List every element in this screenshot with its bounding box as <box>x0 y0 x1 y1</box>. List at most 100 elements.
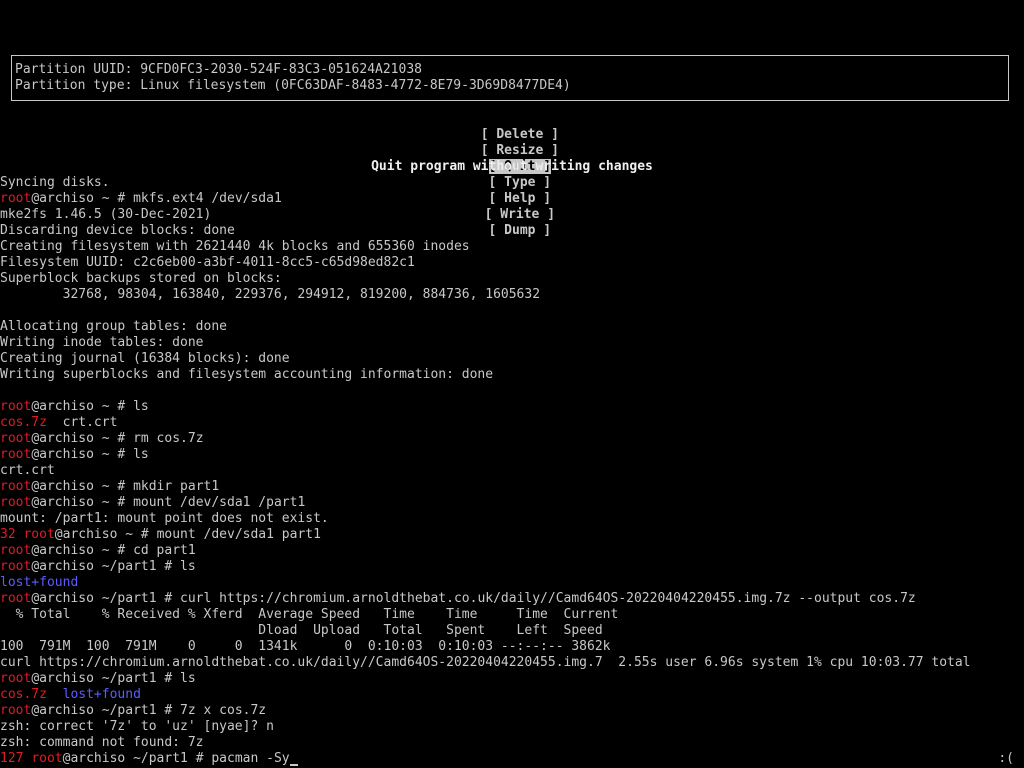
file-archive: cos.7z <box>0 415 47 430</box>
command-text: cd part1 <box>133 543 196 558</box>
output-line: Creating journal (16384 blocks): done <box>0 351 290 366</box>
menu-delete-button[interactable]: [ Delete ] <box>481 127 559 143</box>
active-command-line[interactable]: 127 root@archiso ~/part1 # pacman -Sy <box>0 751 1024 767</box>
output-line: 32768, 98304, 163840, 229376, 294912, 81… <box>0 287 541 302</box>
file-cert: crt.crt <box>46 415 118 430</box>
command-text: mkfs.ext4 /dev/sda1 <box>133 191 282 206</box>
partition-uuid: Partition UUID: 9CFD0FC3-2030-524F-83C3-… <box>15 62 422 77</box>
command-line: root@archiso ~ # mkdir part1 <box>0 479 1024 495</box>
command-text: ls <box>133 399 149 414</box>
prompt-user: root <box>0 559 32 574</box>
prompt-user: root <box>0 399 32 414</box>
curl-timing: curl https://chromium.arnoldthebat.co.uk… <box>0 655 971 670</box>
prompt-path: ~ # <box>93 447 134 462</box>
curl-progress-row: 100 791M 100 791M 0 0 1341k 0 0:10:03 0:… <box>0 639 611 654</box>
right-prompt-status: :( <box>998 751 1014 766</box>
prompt-path: ~ # <box>93 399 134 414</box>
terminal-output: Syncing disks. root@archiso ~ # mkfs.ext… <box>0 175 1024 767</box>
prompt-user: root <box>0 447 32 462</box>
prompt-path: ~/part1 # <box>93 591 181 606</box>
command-line: root@archiso ~/part1 # ls <box>0 559 1024 575</box>
directory-entry: lost+found <box>0 575 79 590</box>
output-line: Writing inode tables: done <box>0 335 204 350</box>
directory-entry: lost+found <box>62 687 141 702</box>
output-line: Discarding device blocks: done <box>0 223 235 238</box>
command-line: root@archiso ~ # rm cos.7z <box>0 431 1024 447</box>
prompt-user: root <box>0 591 32 606</box>
prompt-host: @archiso <box>31 191 94 206</box>
prompt-host: @archiso <box>31 479 94 494</box>
curl-progress-header: Dload Upload Total Spent Left Speed <box>0 623 603 638</box>
prompt-path: ~/part1 # <box>93 559 181 574</box>
output-line: cos.7z crt.crt <box>0 415 1024 431</box>
prompt-user: root <box>23 527 55 542</box>
command-text: mount /dev/sda1 /part1 <box>133 495 306 510</box>
command-text: ls <box>133 447 149 462</box>
cfdisk-menu: [ Delete ] [ Resize ] [ Quit ] [ Type ] … <box>0 111 1024 238</box>
prompt-user: root <box>0 191 32 206</box>
output-line: mke2fs 1.46.5 (30-Dec-2021) <box>0 207 212 222</box>
command-line: root@archiso ~/part1 # ls <box>0 671 1024 687</box>
prompt-user: root <box>0 495 32 510</box>
prompt-user: root <box>0 431 32 446</box>
command-text: mkdir part1 <box>133 479 220 494</box>
output-line: cos.7z lost+found <box>0 687 1024 703</box>
prompt-host: @archiso <box>31 399 94 414</box>
prompt-path: ~ # <box>117 527 157 542</box>
command-line: 32 root@archiso ~ # mount /dev/sda1 part… <box>0 527 1024 543</box>
command-text: curl https://chromium.arnoldthebat.co.uk… <box>180 591 916 606</box>
text-cursor <box>289 764 298 766</box>
command-text: rm cos.7z <box>133 431 204 446</box>
prompt-host: @archiso <box>31 703 94 718</box>
prompt-path: ~ # <box>93 543 134 558</box>
prompt-path: ~/part1 # <box>93 703 181 718</box>
exit-status: 32 <box>0 527 24 542</box>
menu-help-text: Quit program without writing changes <box>371 159 653 174</box>
output-line: Syncing disks. <box>0 175 110 190</box>
prompt-path: ~/part1 # <box>125 751 212 766</box>
command-line: root@archiso ~ # ls <box>0 399 1024 415</box>
prompt-user: root <box>0 703 32 718</box>
prompt-user: root <box>0 543 32 558</box>
prompt-path: ~ # <box>93 191 134 206</box>
prompt-path: ~ # <box>93 495 134 510</box>
command-text: ls <box>180 671 196 686</box>
prompt-path: ~ # <box>93 479 134 494</box>
menu-resize-button[interactable]: [ Resize ] <box>481 143 559 159</box>
output-line: Writing superblocks and filesystem accou… <box>0 367 494 382</box>
prompt-host: @archiso <box>54 527 118 542</box>
output-line: zsh: correct '7z' to 'uz' [nyae]? n <box>0 719 274 734</box>
command-line: root@archiso ~ # mount /dev/sda1 /part1 <box>0 495 1024 511</box>
prompt-host: @archiso <box>31 671 94 686</box>
prompt-host: @archiso <box>31 447 94 462</box>
partition-type: Partition type: Linux filesystem (0FC63D… <box>15 78 571 93</box>
prompt-path: ~/part1 # <box>93 671 181 686</box>
output-line: crt.crt <box>0 463 55 478</box>
output-line: Superblock backups stored on blocks: <box>0 271 282 286</box>
command-text: mount /dev/sda1 part1 <box>156 527 321 542</box>
command-text: ls <box>180 559 196 574</box>
command-input[interactable]: pacman -Sy <box>211 751 289 766</box>
prompt-host: @archiso <box>62 751 126 766</box>
output-line: zsh: command not found: 7z <box>0 735 204 750</box>
prompt-user: root <box>31 751 63 766</box>
prompt-host: @archiso <box>31 431 94 446</box>
partition-info-box: Partition UUID: 9CFD0FC3-2030-524F-83C3-… <box>11 55 1009 101</box>
prompt-host: @archiso <box>31 543 94 558</box>
output-line: Creating filesystem with 2621440 4k bloc… <box>0 239 470 254</box>
prompt-host: @archiso <box>31 591 94 606</box>
prompt-user: root <box>0 671 32 686</box>
output-line: mount: /part1: mount point does not exis… <box>0 511 329 526</box>
prompt-user: root <box>0 479 32 494</box>
file-archive: cos.7z <box>0 687 47 702</box>
output-line: Allocating group tables: done <box>0 319 227 334</box>
command-line: root@archiso ~/part1 # curl https://chro… <box>0 591 1024 607</box>
command-line: root@archiso ~ # cd part1 <box>0 543 1024 559</box>
command-line: root@archiso ~/part1 # 7z x cos.7z <box>0 703 1024 719</box>
output-line: Filesystem UUID: c2c6eb00-a3bf-4011-8cc5… <box>0 255 415 270</box>
prompt-host: @archiso <box>31 495 94 510</box>
command-line: root@archiso ~ # ls <box>0 447 1024 463</box>
prompt-host: @archiso <box>31 559 94 574</box>
